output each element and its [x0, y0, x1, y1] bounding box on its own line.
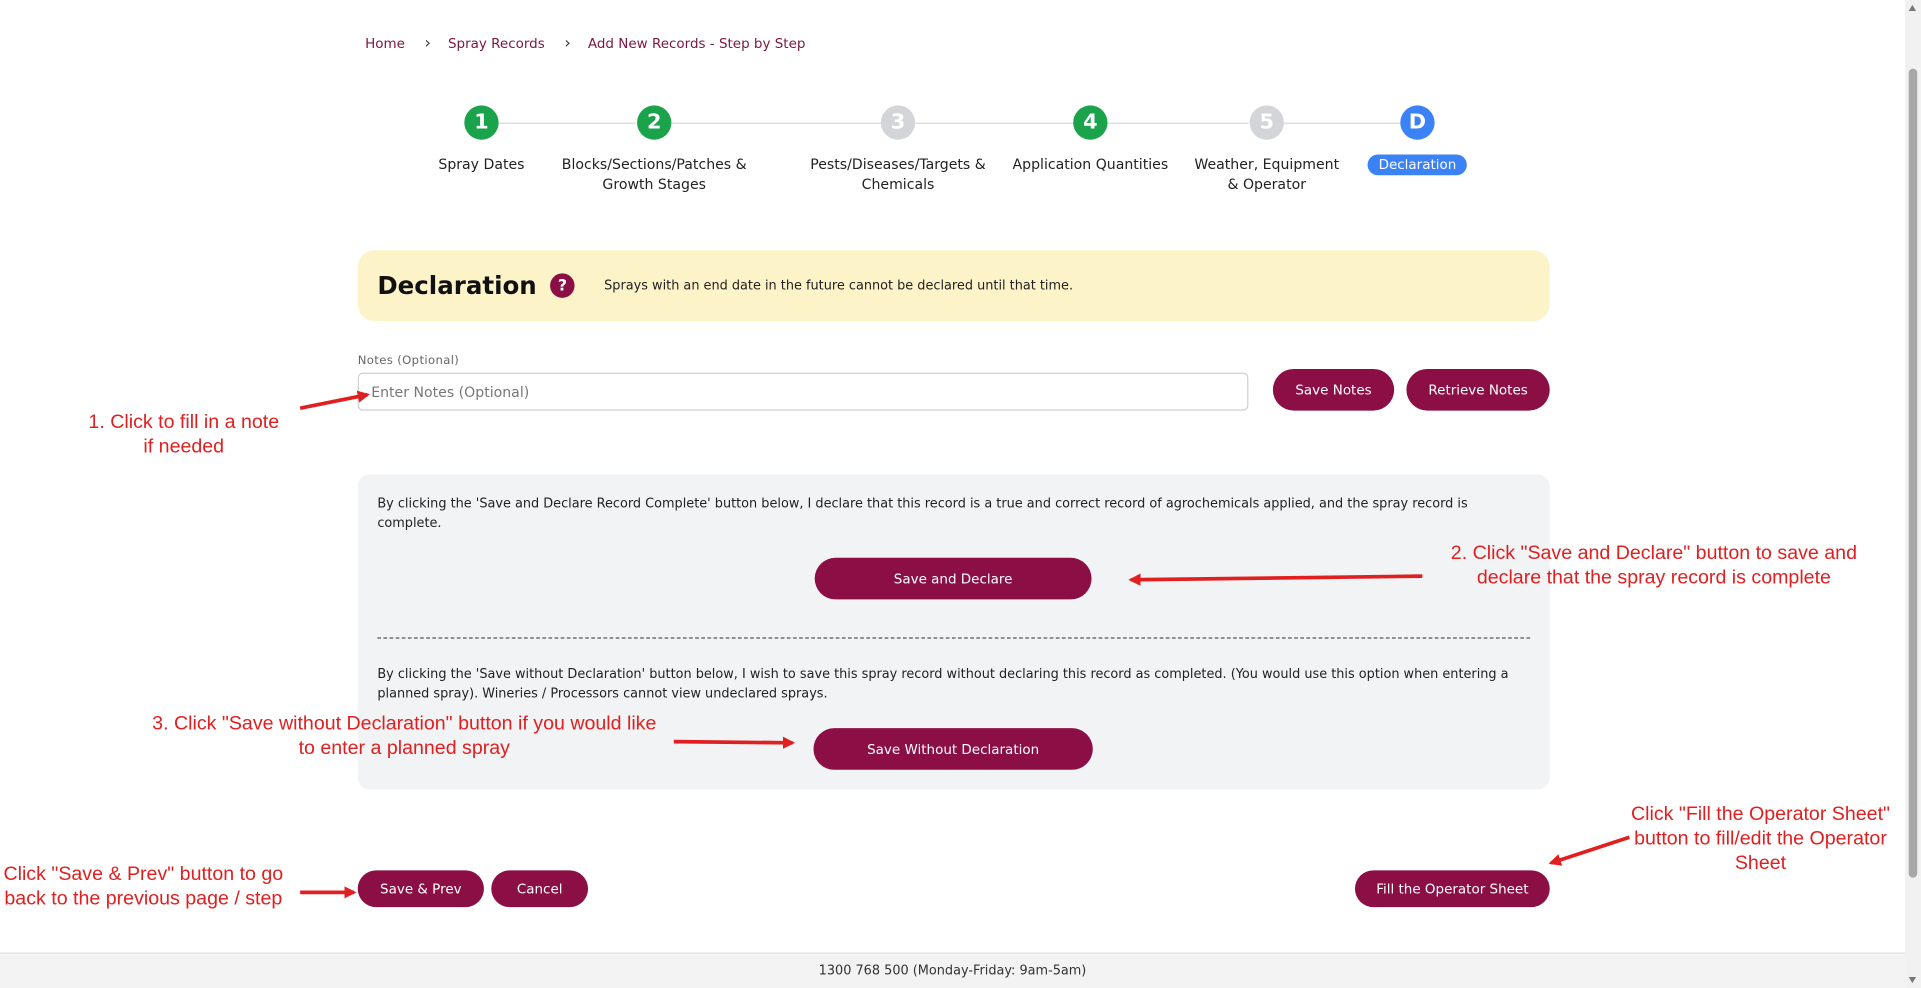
save-and-declare-button[interactable]: Save and Declare — [814, 557, 1092, 600]
notes-label: Notes (Optional) — [357, 354, 460, 368]
step-connector — [671, 122, 881, 124]
step-connector — [915, 122, 1074, 124]
annotation-prev: Click "Save & Prev" button to go back to… — [3, 864, 284, 910]
scroll-thumb[interactable] — [1908, 68, 1918, 878]
declaration-banner: Declaration ? Sprays with an end date in… — [357, 250, 1550, 322]
page-title: Declaration — [377, 270, 537, 301]
breadcrumb-home[interactable]: Home — [365, 36, 405, 52]
scroll-down-icon[interactable] — [1908, 976, 1917, 984]
save-without-declaration-button[interactable]: Save Without Declaration — [813, 728, 1093, 770]
retrieve-notes-button[interactable]: Retrieve Notes — [1406, 368, 1550, 411]
declare-statement: By clicking the 'Save and Declare Record… — [377, 496, 1468, 531]
annotation-note: 1. Click to fill in a note if needed — [88, 411, 280, 458]
scrollbar[interactable] — [1905, 0, 1921, 988]
cancel-button[interactable]: Cancel — [491, 870, 589, 908]
chevron-right-icon: › — [564, 34, 571, 53]
step-4-label[interactable]: Application Quantities — [1011, 154, 1170, 174]
breadcrumb-spray-records[interactable]: Spray Records — [448, 36, 545, 52]
step-connector — [498, 122, 636, 124]
step-4-marker[interactable]: 4 — [1073, 105, 1108, 140]
no-declare-statement: By clicking the 'Save without Declaratio… — [377, 666, 1509, 702]
step-5-label[interactable]: Weather, Equipment & Operator — [1188, 154, 1345, 193]
page: Home › Spray Records › Add New Records -… — [0, 0, 1921, 988]
step-declaration-marker[interactable]: D — [1400, 105, 1435, 140]
step-3-marker[interactable]: 3 — [880, 105, 916, 140]
arrow-to-operator-icon — [1548, 835, 1630, 866]
annotation-no-declare: 3. Click "Save without Declaration" butt… — [152, 713, 657, 759]
help-icon[interactable]: ? — [550, 273, 575, 298]
save-notes-button[interactable]: Save Notes — [1272, 368, 1395, 411]
fill-operator-sheet-button[interactable]: Fill the Operator Sheet — [1354, 870, 1550, 908]
breadcrumb-current[interactable]: Add New Records - Step by Step — [588, 36, 806, 52]
banner-note: Sprays with an end date in the future ca… — [604, 278, 1074, 293]
step-1-marker[interactable]: 1 — [464, 105, 499, 140]
divider — [377, 637, 1531, 639]
step-connector — [1283, 122, 1401, 124]
save-prev-button[interactable]: Save & Prev — [357, 870, 484, 908]
chevron-right-icon: › — [424, 34, 431, 53]
scroll-up-icon[interactable] — [1908, 4, 1917, 12]
step-connector — [1107, 122, 1249, 124]
annotation-declare: 2. Click "Save and Declare" button to sa… — [1450, 543, 1857, 589]
footer-contact: 1300 768 500 (Monday-Friday: 9am-5am) — [818, 963, 1087, 979]
step-5-marker[interactable]: 5 — [1249, 105, 1284, 140]
step-declaration-label[interactable]: Declaration — [1367, 154, 1468, 176]
breadcrumb: Home › Spray Records › Add New Records -… — [365, 36, 805, 52]
annotation-operator: Click "Fill the Operator Sheet" button t… — [1630, 804, 1890, 874]
step-3-label[interactable]: Pests/Diseases/Targets & Chemicals — [807, 154, 988, 193]
step-2-label[interactable]: Blocks/Sections/Patches & Growth Stages — [534, 154, 774, 193]
step-1-label[interactable]: Spray Dates — [426, 154, 536, 174]
notes-input[interactable] — [357, 372, 1249, 411]
step-2-marker[interactable]: 2 — [637, 105, 672, 140]
footer: 1300 768 500 (Monday-Friday: 9am-5am) — [0, 952, 1906, 988]
